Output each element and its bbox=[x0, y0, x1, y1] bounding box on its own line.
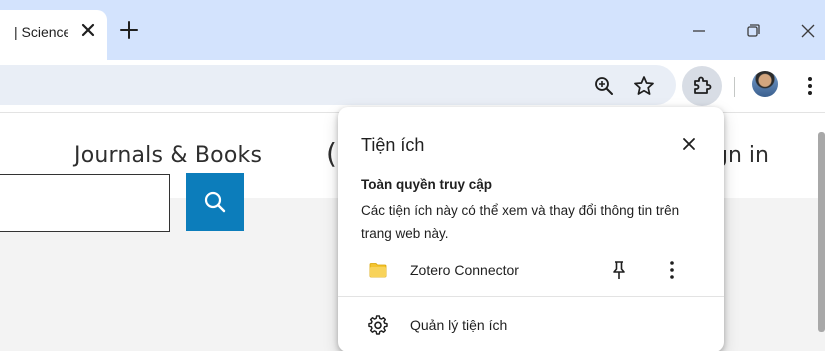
search-icon bbox=[204, 191, 226, 213]
toolbar-separator bbox=[734, 77, 735, 97]
more-menu-icon[interactable] bbox=[798, 74, 822, 98]
extension-more-icon[interactable] bbox=[662, 259, 682, 281]
restore-icon[interactable] bbox=[740, 18, 766, 44]
active-tab[interactable]: | Science bbox=[0, 10, 107, 60]
page-scrollbar[interactable] bbox=[818, 132, 825, 332]
nav-partial-item: ( bbox=[326, 137, 337, 170]
extensions-popup: Tiện ích Toàn quyền truy cập Các tiện íc… bbox=[338, 107, 724, 351]
window-close-icon[interactable] bbox=[795, 18, 821, 44]
browser-toolbar bbox=[0, 60, 825, 112]
pin-icon[interactable] bbox=[609, 259, 629, 281]
minimize-icon[interactable] bbox=[686, 18, 712, 44]
tab-strip: | Science bbox=[0, 0, 825, 60]
extension-row-zotero[interactable]: Zotero Connector bbox=[338, 253, 724, 287]
address-bar[interactable] bbox=[0, 65, 676, 105]
manage-extensions-label: Quản lý tiện ích bbox=[410, 317, 508, 333]
profile-avatar[interactable] bbox=[752, 71, 778, 97]
new-tab-plus-icon[interactable] bbox=[118, 19, 140, 41]
extensions-puzzle-icon bbox=[694, 76, 712, 94]
manage-extensions-button[interactable]: Quản lý tiện ích bbox=[338, 308, 724, 342]
zoom-icon[interactable] bbox=[592, 74, 616, 98]
popup-title: Tiện ích bbox=[361, 135, 425, 155]
popup-close-icon[interactable] bbox=[678, 133, 700, 155]
search-input[interactable] bbox=[0, 174, 170, 232]
search-button[interactable] bbox=[186, 173, 244, 231]
full-access-heading: Toàn quyền truy cập bbox=[361, 177, 493, 192]
extensions-button[interactable] bbox=[682, 66, 722, 106]
zotero-folder-icon bbox=[369, 262, 387, 278]
full-access-description: Các tiện ích này có thể xem và thay đổi … bbox=[361, 203, 680, 241]
popup-divider bbox=[338, 296, 724, 297]
tab-close-icon[interactable] bbox=[78, 20, 98, 40]
tab-title: | Science bbox=[14, 24, 68, 40]
extension-name: Zotero Connector bbox=[410, 262, 519, 278]
nav-journals-books[interactable]: Journals & Books bbox=[74, 143, 262, 168]
settings-gear-icon bbox=[368, 315, 388, 335]
bookmark-star-icon[interactable] bbox=[632, 74, 656, 98]
